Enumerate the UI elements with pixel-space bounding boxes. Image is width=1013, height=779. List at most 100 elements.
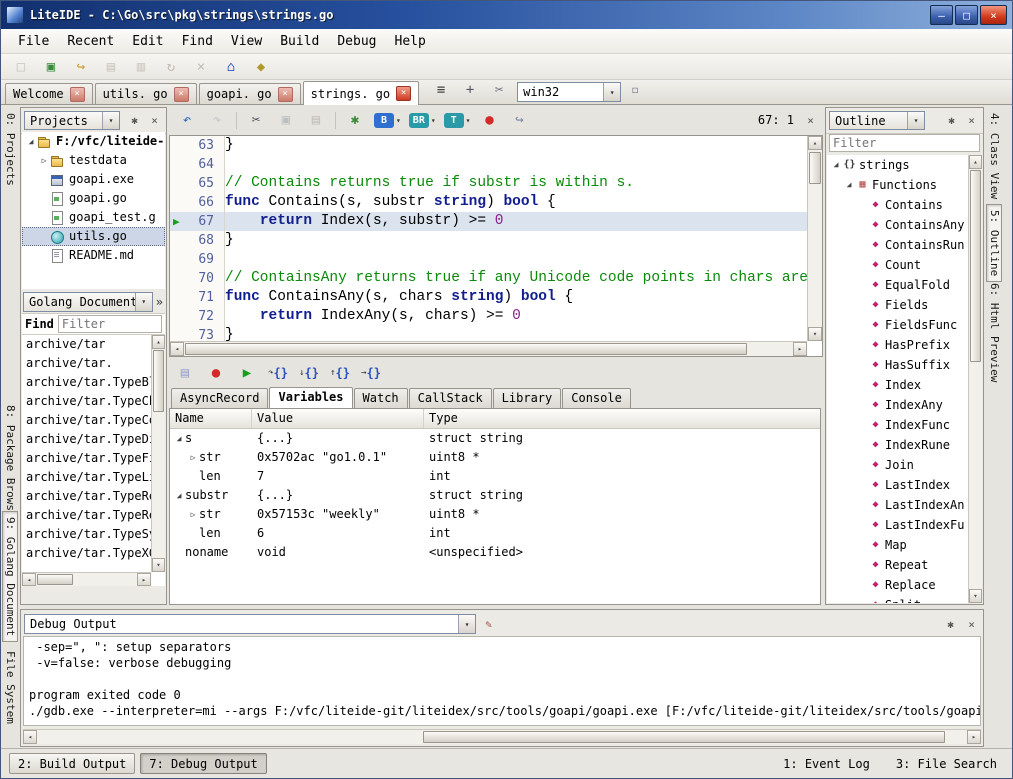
new-file-button[interactable]: □	[7, 55, 35, 79]
doc-list-vscrollbar[interactable]: ▴ ▾	[151, 335, 165, 572]
status-toggle-3-file-search[interactable]: 3: File Search	[887, 757, 1006, 771]
variable-row[interactable]: ◢substr{...}struct string	[170, 486, 820, 505]
scroll-thumb[interactable]	[809, 152, 821, 184]
target-combo[interactable]: win32 ▾	[517, 82, 621, 102]
project-tree-item[interactable]: goapi.go	[22, 189, 165, 208]
scroll-down-icon[interactable]: ▾	[808, 327, 822, 341]
variable-row[interactable]: len7int	[170, 467, 820, 486]
undo-button[interactable]: ↶	[173, 108, 201, 132]
tab-welcome[interactable]: Welcome×	[5, 83, 93, 104]
scroll-down-icon[interactable]: ▾	[152, 558, 165, 572]
doc-list-item[interactable]: archive/tar.TypeBlo	[22, 373, 165, 392]
continue-button[interactable]: ▶	[233, 361, 261, 385]
paste-button[interactable]: ▤	[302, 108, 330, 132]
options-button[interactable]: ◆	[247, 55, 275, 79]
collapse-icon[interactable]: ◢	[173, 486, 185, 505]
code-line[interactable]: }	[225, 231, 807, 250]
tab-utils-go[interactable]: utils. go×	[95, 83, 197, 104]
code-line[interactable]: func ContainsAny(s, chars string) bool {	[225, 288, 807, 307]
scroll-thumb[interactable]	[970, 170, 981, 362]
scroll-up-icon[interactable]: ▴	[152, 335, 165, 349]
scroll-thumb[interactable]	[37, 574, 73, 585]
step-over-button[interactable]: ↷{}	[264, 361, 292, 385]
home-button[interactable]: ⌂	[217, 55, 245, 79]
side-tab-5-outline[interactable]: 5: Outline	[986, 204, 1002, 282]
expand-icon[interactable]: ▷	[38, 151, 50, 170]
menu-recent[interactable]: Recent	[58, 31, 123, 52]
close-file-button[interactable]: ×	[187, 55, 215, 79]
column-header-name[interactable]: Name	[170, 409, 252, 428]
outline-vscrollbar[interactable]: ▴ ▾	[968, 155, 982, 603]
code-line[interactable]: // Contains returns true if substr is wi…	[225, 174, 807, 193]
step-into-button[interactable]: ↓{}	[295, 361, 323, 385]
outline-item[interactable]: ◆Index	[827, 375, 968, 395]
editor-hscrollbar[interactable]: ◂ ▸	[170, 341, 807, 356]
variable-row[interactable]: len6int	[170, 524, 820, 543]
chevron-down-icon[interactable]: ▾	[102, 112, 119, 129]
outline-item[interactable]: ◢{}strings	[827, 155, 968, 175]
outline-item[interactable]: ◆Join	[827, 455, 968, 475]
editor-code-area[interactable]: } // Contains returns true if substr is w…	[225, 136, 807, 341]
scroll-down-icon[interactable]: ▾	[969, 589, 982, 603]
reload-file-button[interactable]: ↻	[157, 55, 185, 79]
project-tree-item[interactable]: ◢F:/vfc/liteide-g	[22, 132, 165, 151]
side-tab-file-system[interactable]: File System	[2, 645, 18, 730]
scroll-thumb[interactable]	[423, 731, 945, 743]
outline-item[interactable]: ◆Map	[827, 535, 968, 555]
debug-tab-console[interactable]: Console	[562, 388, 631, 408]
clear-output-icon[interactable]: ✎	[480, 616, 497, 633]
collapse-icon[interactable]: ◢	[830, 155, 842, 175]
open-folder-button[interactable]: ↪	[67, 55, 95, 79]
doc-list-item[interactable]: archive/tar.TypeLin	[22, 468, 165, 487]
doc-list-item[interactable]: archive/tar.TypeXG	[22, 544, 165, 563]
code-line[interactable]	[225, 155, 807, 174]
expand-icon[interactable]: ▷	[187, 505, 199, 524]
redo-button[interactable]: ↷	[203, 108, 231, 132]
doc-list-item[interactable]: archive/tar.TypeSym	[22, 525, 165, 544]
step-out-button[interactable]: ↑{}	[326, 361, 354, 385]
export-button[interactable]: ↪	[505, 108, 533, 132]
save-file-button[interactable]: ▤	[97, 55, 125, 79]
side-tab-4-class-view[interactable]: 4: Class View	[986, 107, 1002, 205]
debug-output-hscrollbar[interactable]: ◂ ▸	[23, 729, 981, 744]
doc-list-item[interactable]: archive/tar.	[22, 354, 165, 373]
run-to-line-button[interactable]: →{}	[357, 361, 385, 385]
status-toggle-1-event-log[interactable]: 1: Event Log	[774, 757, 879, 771]
project-tree-item[interactable]: goapi.exe	[22, 170, 165, 189]
outline-item[interactable]: ◆Split	[827, 595, 968, 603]
outline-item[interactable]: ◆HasPrefix	[827, 335, 968, 355]
chevron-down-icon[interactable]: ▾	[458, 615, 475, 633]
menu-debug[interactable]: Debug	[328, 31, 385, 52]
project-tree-item[interactable]: utils.go	[22, 227, 165, 246]
collapse-icon[interactable]: ◢	[173, 429, 185, 448]
outline-combo[interactable]: Outline ▾	[829, 111, 925, 130]
outline-item[interactable]: ◆IndexFunc	[827, 415, 968, 435]
tab-goapi-go[interactable]: goapi. go×	[199, 83, 301, 104]
outline-item[interactable]: ◆LastIndex	[827, 475, 968, 495]
project-tree-item[interactable]: README.md	[22, 246, 165, 265]
gear-icon[interactable]: ✱	[126, 112, 143, 129]
side-tab-0-projects[interactable]: 0: Projects	[2, 107, 18, 192]
scroll-thumb[interactable]	[185, 343, 747, 355]
scroll-left-icon[interactable]: ◂	[170, 342, 184, 356]
close-panel-icon[interactable]: ×	[146, 112, 163, 129]
scroll-left-icon[interactable]: ◂	[23, 730, 37, 744]
status-toggle-7-debug-output[interactable]: 7: Debug Output	[140, 753, 266, 774]
open-file-button[interactable]: ▣	[37, 55, 65, 79]
scroll-thumb[interactable]	[153, 350, 164, 412]
expand-icon[interactable]: ▷	[187, 448, 199, 467]
doc-list-hscrollbar[interactable]: ◂ ▸	[22, 572, 151, 586]
close-editor-icon[interactable]: ×	[802, 112, 819, 129]
doc-list-item[interactable]: archive/tar.TypeReg	[22, 487, 165, 506]
code-line[interactable]	[225, 250, 807, 269]
tab-strings-go[interactable]: strings. go×	[303, 81, 419, 105]
variable-row[interactable]: nonamevoid<unspecified>	[170, 543, 820, 562]
code-line[interactable]: return Index(s, substr) >= 0	[225, 212, 807, 231]
doc-list-item[interactable]: archive/tar	[22, 335, 165, 354]
scroll-right-icon[interactable]: ▸	[137, 573, 151, 586]
outline-item[interactable]: ◆Count	[827, 255, 968, 275]
outline-item[interactable]: ◆ContainsRun	[827, 235, 968, 255]
stop-debug-button[interactable]: ●	[202, 361, 230, 385]
overflow-chevron-icon[interactable]: »	[155, 295, 164, 309]
chevron-down-icon[interactable]: ▾	[135, 293, 152, 311]
